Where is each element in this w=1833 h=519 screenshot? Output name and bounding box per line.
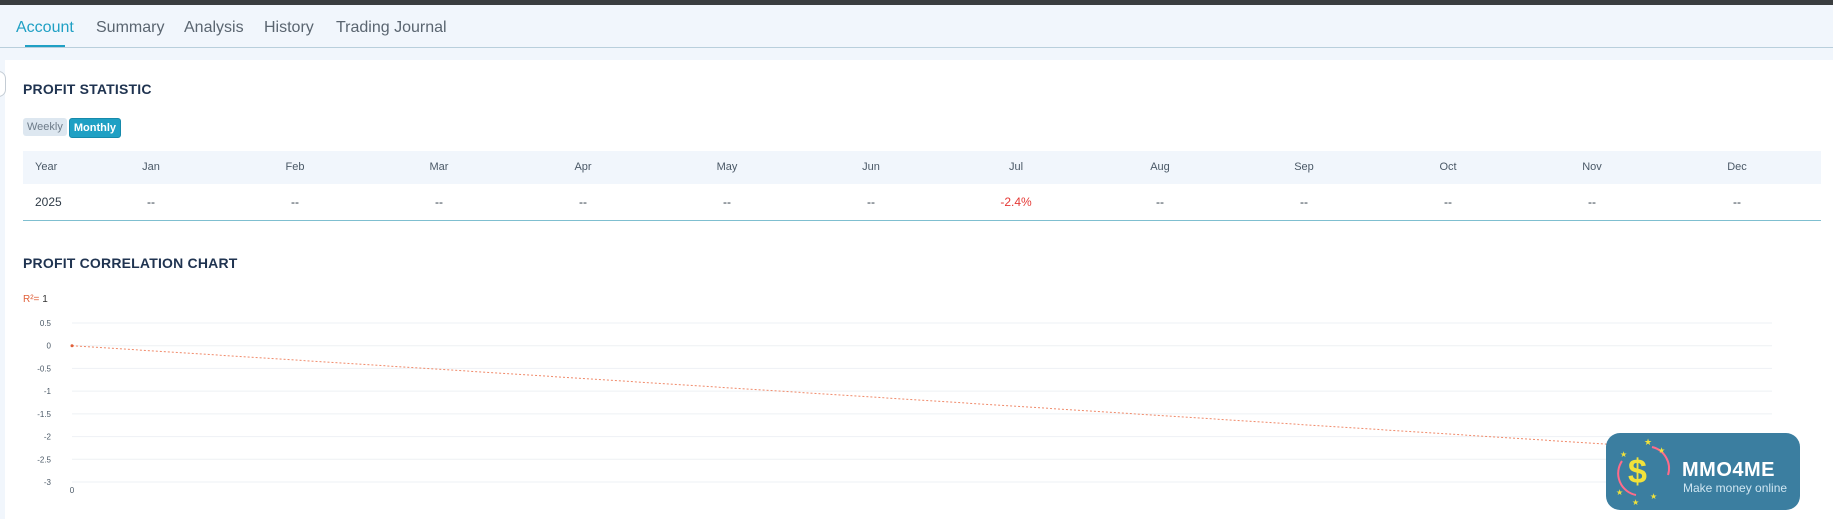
header-jul: Jul	[1008, 161, 1024, 173]
x-tick-label: 0	[70, 486, 75, 495]
brand-logo-symbol: $	[1628, 453, 1647, 491]
cell-year: 2025	[35, 195, 62, 209]
r-squared-readout: R²= 1	[23, 294, 48, 305]
header-jun: Jun	[862, 161, 880, 173]
cell-jul: -2.4%	[1000, 195, 1032, 209]
data-point[interactable]	[70, 344, 74, 348]
y-tick-label: -2.5	[37, 455, 51, 464]
header-nov: Nov	[1582, 161, 1602, 173]
cell-nov: --	[1588, 195, 1596, 209]
header-apr: Apr	[574, 161, 592, 173]
cell-may: --	[723, 195, 731, 209]
svg-text:★: ★	[1616, 488, 1623, 497]
cell-jan: --	[147, 195, 155, 209]
svg-text:★: ★	[1650, 492, 1657, 501]
y-tick-label: 0.5	[40, 319, 52, 328]
brand-logo-icon: $ ★ ★ ★ ★ ★ ★	[1616, 438, 1670, 507]
tab-bar: Account Summary Analysis History Trading…	[0, 5, 1833, 48]
table-row: 2025 -- -- -- -- -- -- -2.4% -- -- -- -- --	[23, 184, 1821, 221]
svg-text:★: ★	[1632, 498, 1639, 507]
cell-sep: --	[1300, 195, 1308, 209]
cell-oct: --	[1444, 195, 1452, 209]
brand-name: MMO4ME	[1682, 459, 1775, 481]
weekly-button[interactable]: Weekly	[23, 118, 67, 136]
tab-account[interactable]: Account	[16, 19, 74, 37]
header-aug: Aug	[1150, 161, 1170, 173]
table-header-row: Year Jan Feb Mar Apr May Jun Jul Aug Sep Oct Nov Dec	[23, 151, 1821, 184]
header-feb: Feb	[285, 161, 305, 173]
y-tick-label: -1	[44, 387, 52, 396]
profit-statistic-title: PROFIT STATISTIC	[23, 81, 152, 97]
header-mar: Mar	[429, 161, 449, 173]
profit-statistic-table: Year Jan Feb Mar Apr May Jun Jul Aug Sep Oct Nov Dec…	[23, 151, 1821, 221]
cell-aug: --	[1156, 195, 1164, 209]
svg-text:★: ★	[1620, 450, 1627, 459]
period-toggle: Weekly Monthly	[23, 118, 122, 138]
profit-correlation-chart: 0.5 0 -0.5 -1 -1.5 -2 -2.5 -3 0	[37, 319, 1776, 495]
tab-history[interactable]: History	[264, 19, 314, 37]
profit-correlation-title: PROFIT CORRELATION CHART	[23, 255, 238, 271]
tab-summary[interactable]: Summary	[96, 19, 164, 37]
r-squared-value: 1	[42, 294, 48, 305]
y-tick-label: -2	[44, 433, 52, 442]
header-may: May	[716, 161, 738, 173]
brand-tagline: Make money online	[1683, 481, 1788, 495]
y-tick-label: -1.5	[37, 410, 51, 419]
trend-line	[71, 345, 1773, 456]
header-dec: Dec	[1727, 161, 1747, 173]
y-tick-label: -3	[44, 478, 52, 487]
y-tick-label: -0.5	[37, 364, 51, 373]
cell-mar: --	[435, 195, 443, 209]
cell-dec: --	[1733, 195, 1741, 209]
brand-watermark: $ ★ ★ ★ ★ ★ ★ MMO4ME Make money online	[1606, 433, 1800, 510]
header-year: Year	[35, 161, 58, 173]
tab-trading-journal[interactable]: Trading Journal	[336, 19, 447, 37]
header-sep: Sep	[1294, 161, 1314, 173]
cell-feb: --	[291, 195, 299, 209]
header-jan: Jan	[142, 161, 160, 173]
active-tab-indicator	[25, 45, 65, 47]
cell-jun: --	[867, 195, 875, 209]
svg-text:★: ★	[1658, 446, 1665, 455]
monthly-button[interactable]: Monthly	[68, 118, 122, 138]
r-squared-label: R²=	[23, 294, 40, 305]
y-tick-label: 0	[47, 342, 52, 351]
cell-apr: --	[579, 195, 587, 209]
tab-analysis[interactable]: Analysis	[184, 19, 244, 37]
svg-text:★: ★	[1644, 438, 1652, 448]
header-oct: Oct	[1439, 161, 1457, 173]
